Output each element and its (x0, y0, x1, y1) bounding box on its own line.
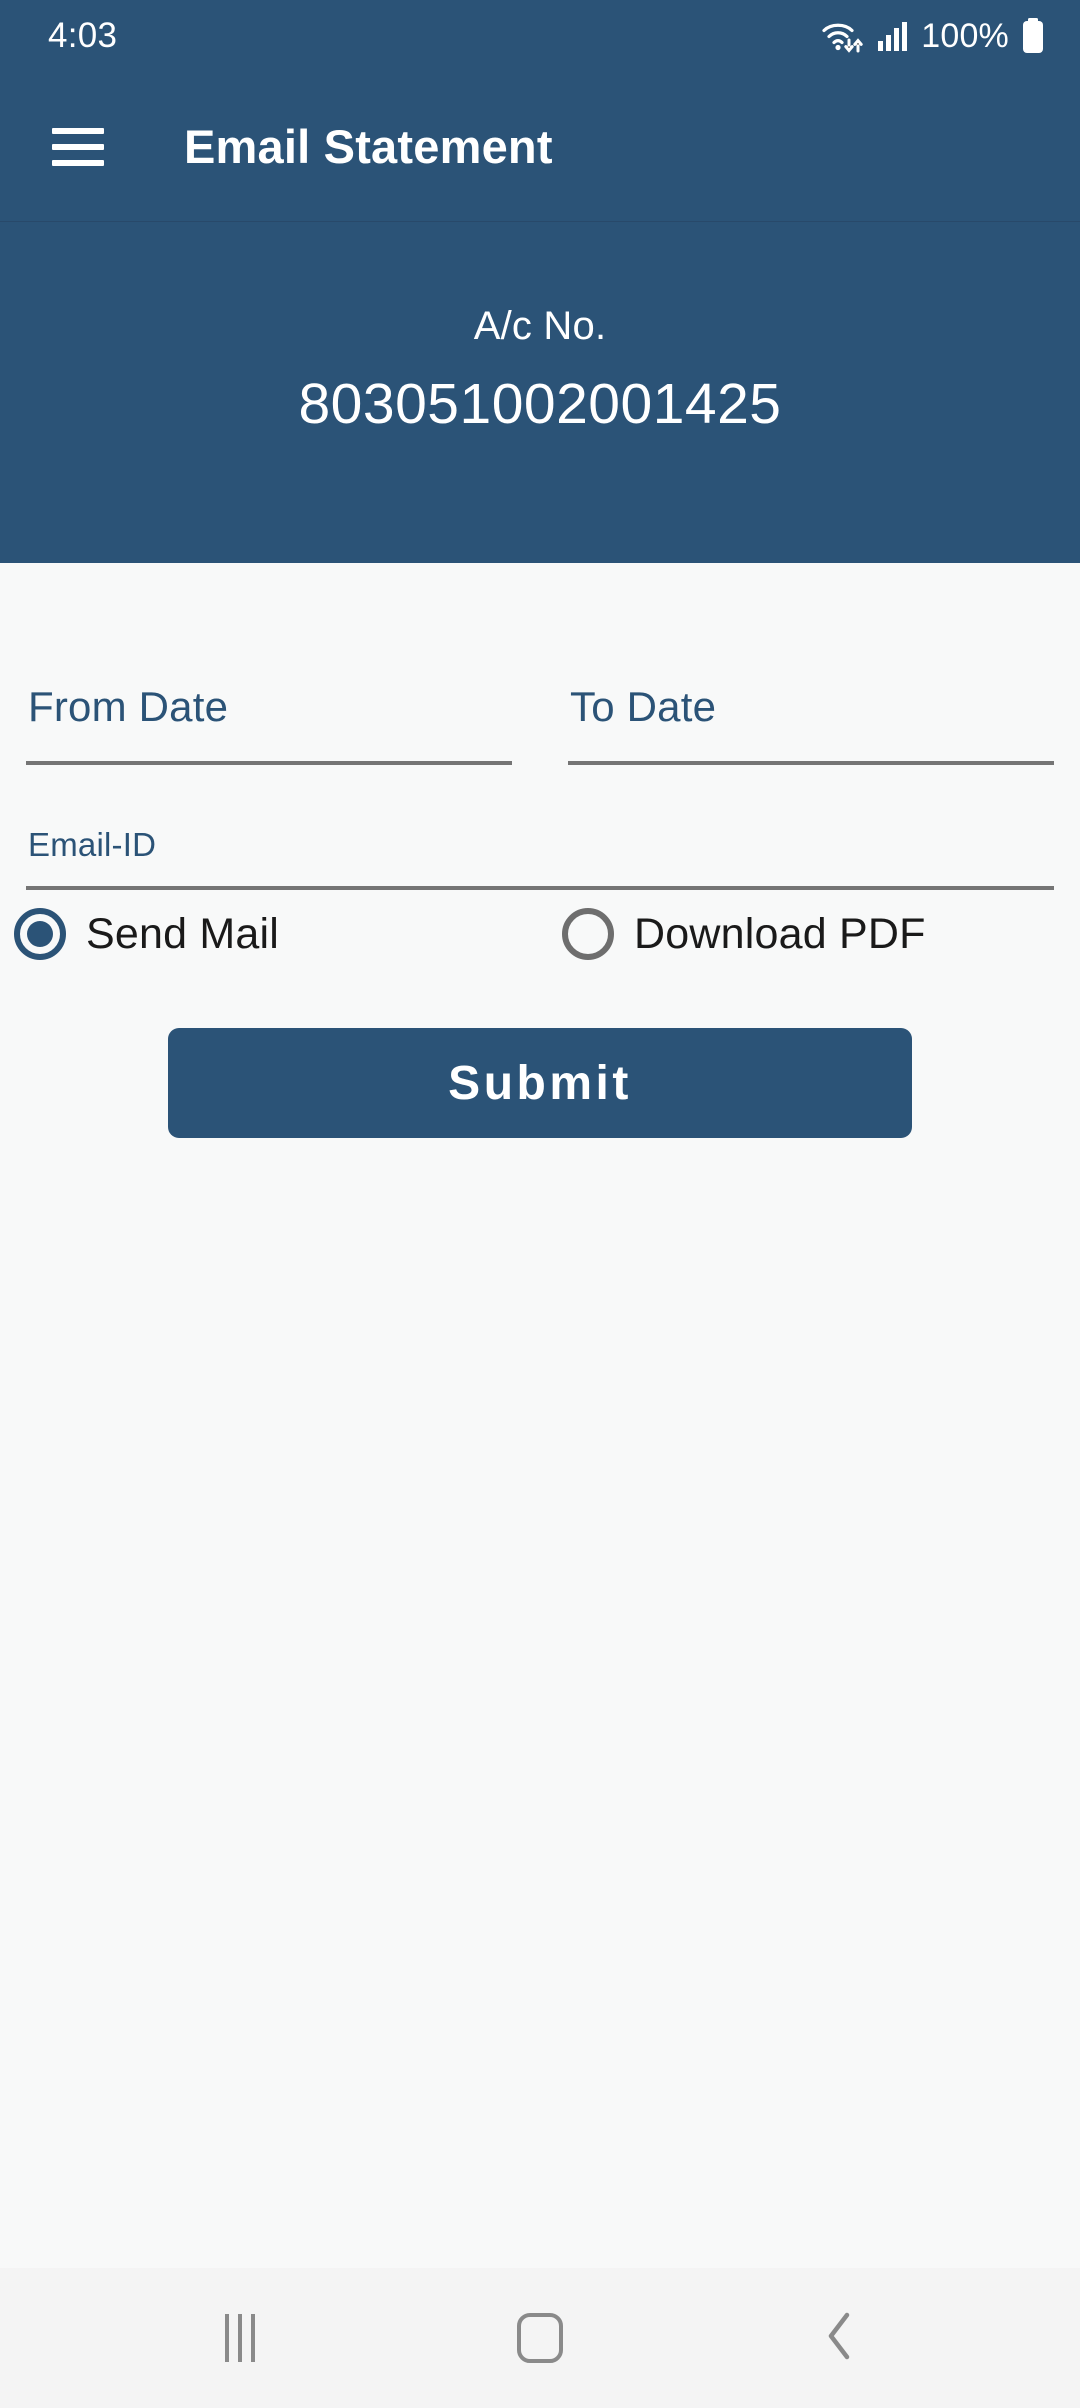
to-date-underline (568, 761, 1054, 765)
from-date-underline (26, 761, 512, 765)
app-bar: Email Statement (0, 72, 1080, 222)
back-button[interactable] (780, 2278, 900, 2398)
delivery-option-group: Send Mail Download PDF (14, 908, 1054, 960)
email-id-field[interactable]: Email-ID (26, 808, 1054, 890)
cellular-signal-icon (876, 19, 910, 53)
radio-label-download-pdf: Download PDF (634, 909, 926, 958)
wifi-icon (821, 18, 865, 54)
back-icon (818, 2309, 862, 2368)
email-id-underline (26, 886, 1054, 890)
account-number-value: 803051002001425 (298, 372, 782, 436)
radio-unselected-icon[interactable] (562, 908, 614, 960)
home-button[interactable] (480, 2278, 600, 2398)
account-number-label: A/c No. (473, 304, 607, 348)
date-range-row: From Date To Date (26, 655, 1054, 765)
to-date-placeholder: To Date (570, 683, 717, 730)
status-time: 4:03 (48, 16, 118, 55)
page-title: Email Statement (184, 120, 553, 173)
form-area: From Date To Date Email-ID Send Mail Dow… (0, 563, 1080, 2268)
radio-option-download-pdf[interactable]: Download PDF (562, 908, 926, 960)
radio-selected-icon[interactable] (14, 908, 66, 960)
from-date-field[interactable]: From Date (26, 655, 512, 765)
recents-button[interactable] (180, 2278, 300, 2398)
android-navigation-bar (0, 2268, 1080, 2408)
battery-icon (1020, 17, 1046, 55)
recents-icon (225, 2314, 255, 2362)
from-date-placeholder: From Date (28, 683, 229, 730)
to-date-field[interactable]: To Date (568, 655, 1054, 765)
account-panel: A/c No. 803051002001425 (0, 222, 1080, 563)
status-icons: 100% (821, 17, 1046, 56)
battery-percent-label: 100% (921, 16, 1009, 55)
radio-option-send-mail[interactable]: Send Mail (14, 908, 562, 960)
hamburger-menu-icon[interactable] (52, 127, 104, 166)
email-id-placeholder: Email-ID (28, 826, 157, 863)
status-bar: 4:03 100% (0, 0, 1080, 72)
app-screen: 4:03 100% Email Statement A/c No. 803051… (0, 0, 1080, 2408)
radio-label-send-mail: Send Mail (86, 909, 280, 958)
submit-button[interactable]: Submit (168, 1028, 912, 1138)
home-icon (517, 2313, 563, 2363)
